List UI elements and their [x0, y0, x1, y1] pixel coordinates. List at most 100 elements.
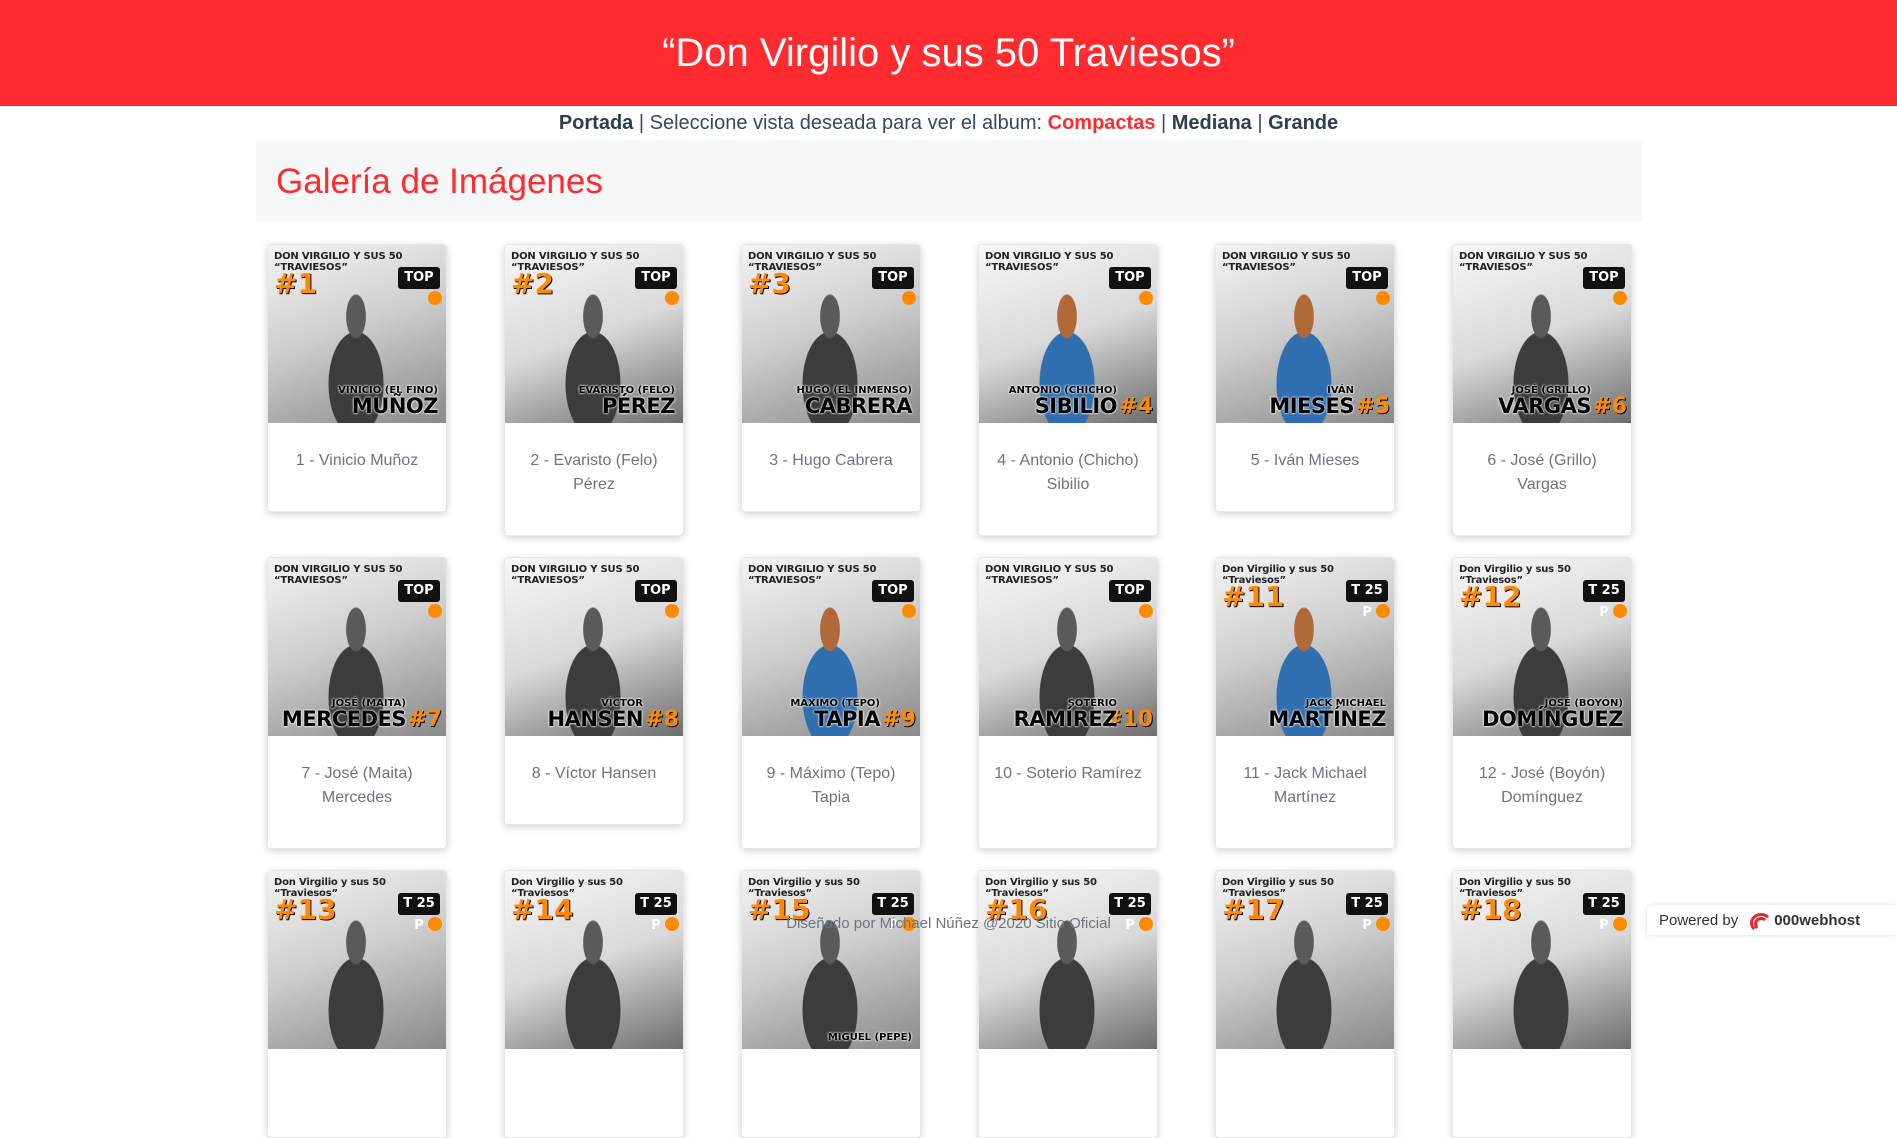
- top-ranking-logo: T 25 P: [1583, 893, 1625, 915]
- basketball-icon: [1139, 291, 1153, 305]
- player-card-image[interactable]: Don Virgilio y sus 50 “Traviesos”T 25 P#…: [979, 871, 1157, 1049]
- view-selector-nav: Portada | Seleccione vista deseada para …: [0, 112, 1897, 135]
- player-last-name: SIBILIO: [987, 396, 1117, 417]
- logo-text: TOP: [1115, 583, 1144, 598]
- player-name-overlay: EVARISTO (FELO)PÉREZ: [513, 386, 675, 417]
- card-caption: 5 - Iván Mieses: [1216, 423, 1394, 473]
- card-caption: 4 - Antonio (Chicho) Sibilio: [979, 423, 1157, 497]
- player-card-image[interactable]: DON VIRGILIO Y SUS 50 “TRAVIESOS”TOP#3HU…: [742, 245, 920, 423]
- nav-mediana-link[interactable]: Mediana: [1172, 112, 1252, 134]
- rank-badge: #5: [1356, 394, 1390, 419]
- gallery-card[interactable]: DON VIRGILIO Y SUS 50 “TRAVIESOS”TOP#3HU…: [741, 244, 921, 512]
- player-card-image[interactable]: DON VIRGILIO Y SUS 50 “TRAVIESOS”TOP#4AN…: [979, 245, 1157, 423]
- basketball-icon: [1376, 291, 1390, 305]
- card-caption: 8 - Víctor Hansen: [505, 736, 683, 786]
- gallery-card[interactable]: Don Virgilio y sus 50 “Traviesos”T 25 P#…: [1452, 557, 1632, 849]
- card-caption: 9 - Máximo (Tepo) Tapia: [742, 736, 920, 810]
- card-caption: 3 - Hugo Cabrera: [742, 423, 920, 473]
- player-photo: [308, 919, 404, 1049]
- player-card-image[interactable]: DON VIRGILIO Y SUS 50 “TRAVIESOS”TOP#7JO…: [268, 558, 446, 736]
- nav-separator: |: [1155, 112, 1171, 134]
- top-ranking-logo: TOP: [398, 267, 440, 289]
- player-name-overlay: VÍCTORHANSEN: [513, 699, 643, 730]
- gallery-card[interactable]: DON VIRGILIO Y SUS 50 “TRAVIESOS”TOP#5IV…: [1215, 244, 1395, 512]
- player-name-overlay: ANTONIO (CHICHO)SIBILIO: [987, 386, 1117, 417]
- logo-text: TOP: [878, 583, 907, 598]
- player-last-name: CABRERA: [750, 396, 912, 417]
- player-photo: [1493, 919, 1589, 1049]
- player-card-image[interactable]: Don Virgilio y sus 50 “Traviesos”T 25 P#…: [1453, 558, 1631, 736]
- logo-text: TOP: [404, 270, 433, 285]
- player-last-name: MUÑOZ: [276, 396, 438, 417]
- gallery-card[interactable]: DON VIRGILIO Y SUS 50 “TRAVIESOS”TOP#6JO…: [1452, 244, 1632, 536]
- gallery-title: Galería de Imágenes: [276, 162, 603, 202]
- rank-badge: #7: [408, 707, 442, 732]
- gallery-card[interactable]: Don Virgilio y sus 50 “Traviesos”T 25 P#…: [267, 870, 447, 1138]
- top-ranking-logo: T 25 P: [872, 893, 914, 915]
- top-ranking-logo: TOP: [1109, 580, 1151, 602]
- player-name-overlay: SOTERIORAMÍREZ: [987, 699, 1117, 730]
- player-last-name: DOMÍNGUEZ: [1461, 709, 1623, 730]
- basketball-icon: [665, 291, 679, 305]
- gallery-card[interactable]: DON VIRGILIO Y SUS 50 “TRAVIESOS”TOP#10S…: [978, 557, 1158, 849]
- basketball-icon: [428, 291, 442, 305]
- top-ranking-logo: T 25 P: [1346, 580, 1388, 602]
- player-card-image[interactable]: DON VIRGILIO Y SUS 50 “TRAVIESOS”TOP#2EV…: [505, 245, 683, 423]
- player-name-overlay: JOSÉ (MAITA)MERCEDES: [276, 699, 406, 730]
- gallery-card[interactable]: Don Virgilio y sus 50 “Traviesos”T 25 P#…: [978, 870, 1158, 1138]
- player-name-overlay: MIGUEL (PEPE): [750, 1033, 912, 1043]
- player-card-image[interactable]: DON VIRGILIO Y SUS 50 “TRAVIESOS”TOP#8VÍ…: [505, 558, 683, 736]
- logo-text: TOP: [878, 270, 907, 285]
- gallery-card[interactable]: Don Virgilio y sus 50 “Traviesos”T 25 P#…: [1215, 557, 1395, 849]
- nav-separator: |: [1252, 112, 1268, 134]
- player-card-image[interactable]: DON VIRGILIO Y SUS 50 “TRAVIESOS”TOP#10S…: [979, 558, 1157, 736]
- rank-badge: #4: [1119, 394, 1153, 419]
- player-photo: [1019, 919, 1115, 1049]
- top-ranking-logo: T 25 P: [635, 893, 677, 915]
- top-ranking-logo: TOP: [1346, 267, 1388, 289]
- player-card-image[interactable]: Don Virgilio y sus 50 “Traviesos”T 25 P#…: [1453, 871, 1631, 1049]
- nav-compactas-link[interactable]: Compactas: [1048, 112, 1156, 134]
- gallery-card[interactable]: Don Virgilio y sus 50 “Traviesos”T 25 P#…: [741, 870, 921, 1138]
- logo-text: TOP: [641, 583, 670, 598]
- top-ranking-logo: T 25 P: [1109, 893, 1151, 915]
- player-card-image[interactable]: Don Virgilio y sus 50 “Traviesos”T 25 P#…: [268, 871, 446, 1049]
- player-card-image[interactable]: DON VIRGILIO Y SUS 50 “TRAVIESOS”TOP#5IV…: [1216, 245, 1394, 423]
- player-card-image[interactable]: Don Virgilio y sus 50 “Traviesos”T 25 P#…: [505, 871, 683, 1049]
- card-caption: [505, 1049, 683, 1075]
- gallery-card[interactable]: Don Virgilio y sus 50 “Traviesos”T 25 P#…: [504, 870, 684, 1138]
- powered-by-badge[interactable]: Powered by 000webhost: [1647, 905, 1897, 935]
- site-banner: “Don Virgilio y sus 50 Traviesos”: [0, 0, 1897, 106]
- player-photo: [1256, 919, 1352, 1049]
- player-last-name: MIESES: [1224, 396, 1354, 417]
- gallery-card[interactable]: DON VIRGILIO Y SUS 50 “TRAVIESOS”TOP#8VÍ…: [504, 557, 684, 825]
- player-card-image[interactable]: Don Virgilio y sus 50 “Traviesos”T 25 P#…: [1216, 558, 1394, 736]
- card-caption: [1453, 1049, 1631, 1075]
- player-card-image[interactable]: DON VIRGILIO Y SUS 50 “TRAVIESOS”TOP#1VI…: [268, 245, 446, 423]
- player-card-image[interactable]: DON VIRGILIO Y SUS 50 “TRAVIESOS”TOP#6JO…: [1453, 245, 1631, 423]
- logo-text: TOP: [404, 583, 433, 598]
- player-card-image[interactable]: Don Virgilio y sus 50 “Traviesos”T 25 P#…: [742, 871, 920, 1049]
- rank-badge: #1: [274, 267, 317, 300]
- player-last-name: PÉREZ: [513, 396, 675, 417]
- gallery-card[interactable]: Don Virgilio y sus 50 “Traviesos”T 25 P#…: [1215, 870, 1395, 1138]
- nav-grande-link[interactable]: Grande: [1268, 112, 1338, 134]
- gallery-card[interactable]: DON VIRGILIO Y SUS 50 “TRAVIESOS”TOP#7JO…: [267, 557, 447, 849]
- player-card-image[interactable]: DON VIRGILIO Y SUS 50 “TRAVIESOS”TOP#9MÁ…: [742, 558, 920, 736]
- top-ranking-logo: TOP: [635, 580, 677, 602]
- card-caption: 11 - Jack Michael Martínez: [1216, 736, 1394, 810]
- player-card-image[interactable]: Don Virgilio y sus 50 “Traviesos”T 25 P#…: [1216, 871, 1394, 1049]
- gallery-card[interactable]: Don Virgilio y sus 50 “Traviesos”T 25 P#…: [1452, 870, 1632, 1138]
- card-caption: [1216, 1049, 1394, 1075]
- player-name-overlay: JOSÉ (BOYÓN)DOMÍNGUEZ: [1461, 699, 1623, 730]
- player-last-name: RAMÍREZ: [987, 709, 1117, 730]
- rank-badge: #6: [1593, 394, 1627, 419]
- top-ranking-logo: TOP: [398, 580, 440, 602]
- gallery-card[interactable]: DON VIRGILIO Y SUS 50 “TRAVIESOS”TOP#9MÁ…: [741, 557, 921, 849]
- nav-portada-link[interactable]: Portada: [559, 112, 633, 134]
- player-name-overlay: MÁXIMO (TEPO)TAPIA: [750, 699, 880, 730]
- gallery-card[interactable]: DON VIRGILIO Y SUS 50 “TRAVIESOS”TOP#4AN…: [978, 244, 1158, 536]
- gallery-card[interactable]: DON VIRGILIO Y SUS 50 “TRAVIESOS”TOP#2EV…: [504, 244, 684, 536]
- gallery-card[interactable]: DON VIRGILIO Y SUS 50 “TRAVIESOS”TOP#1VI…: [267, 244, 447, 512]
- player-last-name: MARTÍNEZ: [1224, 709, 1386, 730]
